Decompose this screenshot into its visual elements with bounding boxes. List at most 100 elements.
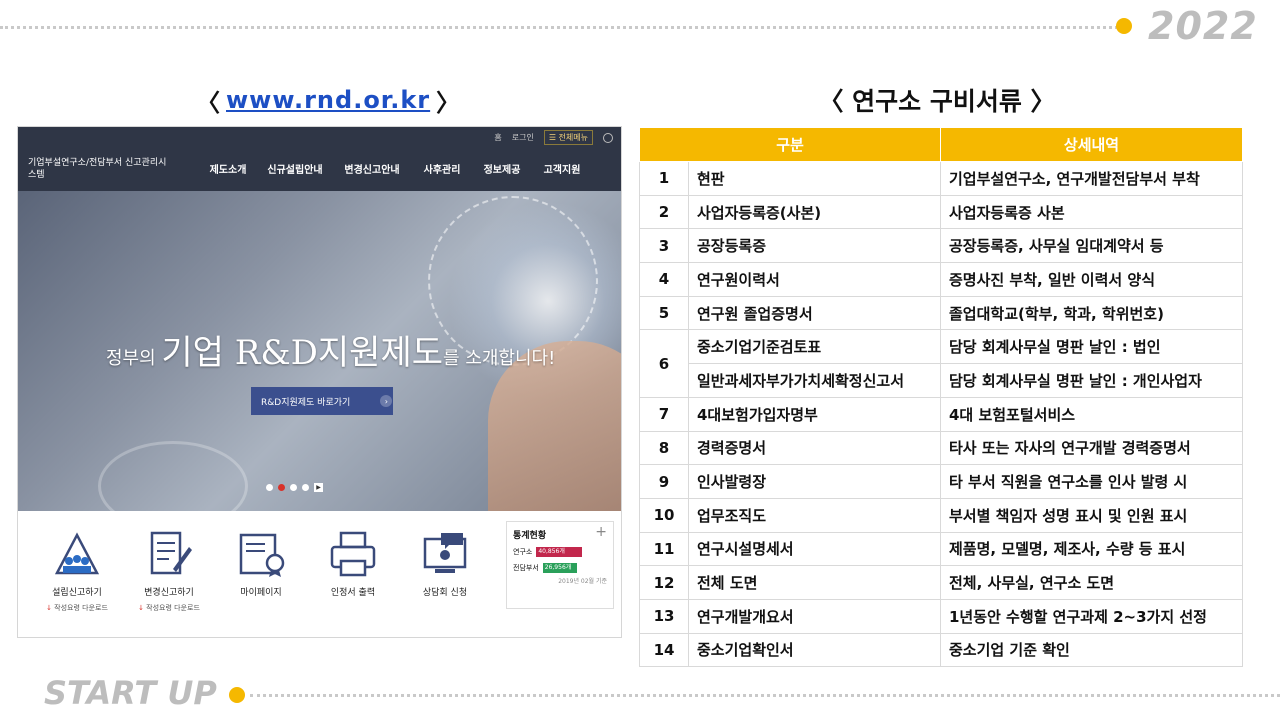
row-document: 공장등록증 bbox=[688, 228, 941, 264]
row-number: 5 bbox=[639, 295, 689, 331]
row-document: 연구원 졸업증명서 bbox=[688, 295, 941, 331]
row-document: 인사발령장 bbox=[688, 464, 941, 499]
carousel-play-icon[interactable]: ▶ bbox=[314, 483, 323, 492]
row-detail: 부서별 책임자 성명 표시 및 인원 표시 bbox=[940, 497, 1243, 533]
row-document: 4대보험가입자명부 bbox=[688, 396, 941, 432]
row-detail: 증명사진 부착, 일반 이력서 양식 bbox=[940, 262, 1243, 297]
table-row: 10 업무조직도 부서별 책임자 성명 표시 및 인원 표시 bbox=[639, 497, 1243, 533]
hero-cta-button[interactable]: R&D지원제도 바로가기 › bbox=[251, 387, 393, 415]
row-document: 일반과세자부가가치세확정신고서 bbox=[688, 363, 941, 398]
carousel-dot[interactable] bbox=[266, 484, 273, 491]
quick-sub-label: 작성요령 다운로드 bbox=[54, 604, 108, 612]
nav-item[interactable]: 정보제공 bbox=[472, 161, 532, 176]
row-number: 1 bbox=[639, 161, 689, 196]
row-document: 연구원이력서 bbox=[688, 262, 941, 297]
nav-item[interactable]: 신규설립안내 bbox=[258, 161, 332, 176]
row-document: 중소기업확인서 bbox=[688, 632, 941, 668]
row-detail: 담당 회계사무실 명판 날인 : 개인사업자 bbox=[940, 363, 1243, 398]
row-detail: 졸업대학교(학부, 학과, 학위번호) bbox=[940, 295, 1243, 331]
nav-item[interactable]: 고객지원 bbox=[532, 161, 592, 176]
row-document: 경력증명서 bbox=[688, 430, 941, 466]
quick-sub-link[interactable]: ↓ 작성요령 다운로드 bbox=[124, 603, 214, 613]
row-number: 13 bbox=[639, 598, 689, 634]
stats-row-name: 연구소 bbox=[513, 548, 533, 556]
quick-label: 변경신고하기 bbox=[144, 588, 194, 598]
row-number: 14 bbox=[639, 632, 689, 668]
quick-sub-link[interactable]: ↓ 작성요령 다운로드 bbox=[32, 603, 122, 613]
table-row: 6 중소기업기준검토표 담당 회계사무실 명판 날인 : 법인 bbox=[639, 329, 1243, 398]
website-screenshot: 홈 로그인 ☰ 전체메뉴 기업부설연구소/전담부서 신고관리시스템 제도소개 신… bbox=[17, 126, 622, 638]
row-number: 9 bbox=[639, 464, 689, 499]
certificate-icon bbox=[235, 529, 287, 579]
hero-text-post: 를 소개합니다! bbox=[443, 348, 556, 369]
site-login-link[interactable]: 로그인 bbox=[512, 132, 534, 143]
table-row: 일반과세자부가가치세확정신고서 담당 회계사무실 명판 날인 : 개인사업자 bbox=[640, 363, 1243, 398]
row-detail: 사업자등록증 사본 bbox=[940, 194, 1243, 230]
site-main-nav: 제도소개 신규설립안내 변경신고안내 사후관리 정보제공 고객지원 bbox=[198, 161, 592, 176]
stats-panel: 통계현황 + 연구소 40,856개 전담부서 26,956개 2019년 02… bbox=[506, 521, 614, 609]
row-document: 사업자등록증(사본) bbox=[688, 194, 941, 230]
row-number: 8 bbox=[639, 430, 689, 466]
hero-headline: 정부의 기업 R&D지원제도를 소개합니다! bbox=[106, 325, 555, 374]
quick-label: 인정서 출력 bbox=[330, 588, 376, 598]
printer-icon bbox=[327, 529, 379, 579]
row-detail: 전체, 사무실, 연구소 도면 bbox=[940, 565, 1243, 600]
row-detail: 1년동안 수행할 연구과제 2~3가지 선정 bbox=[940, 598, 1243, 634]
row-detail: 기업부설연구소, 연구개발전담부서 부착 bbox=[940, 161, 1243, 196]
row-detail: 담당 회계사무실 명판 날인 : 법인 bbox=[940, 329, 1243, 365]
stats-row-value: 26,956개 bbox=[542, 563, 577, 573]
top-accent-dot bbox=[1116, 18, 1132, 34]
row-number: 7 bbox=[639, 396, 689, 432]
carousel-dot[interactable] bbox=[290, 484, 297, 491]
quick-item-mypage[interactable]: 마이페이지 bbox=[216, 529, 306, 598]
chevron-right-icon: › bbox=[380, 395, 393, 407]
carousel-indicators: ▶ bbox=[266, 483, 323, 492]
row-number: 6 bbox=[639, 329, 689, 398]
site-quick-menu: 설립신고하기 ↓ 작성요령 다운로드 변경신고하기 ↓ 작성요령 다운로드 마이… bbox=[18, 511, 621, 637]
carousel-dot-active[interactable] bbox=[278, 484, 285, 491]
carousel-dot[interactable] bbox=[302, 484, 309, 491]
row-document: 중소기업기준검토표 bbox=[688, 329, 941, 365]
site-home-link[interactable]: 홈 bbox=[494, 132, 501, 143]
row-detail: 제품명, 모델명, 제조사, 수량 등 표시 bbox=[940, 531, 1243, 567]
table-row: 9 인사발령장 타 부서 직원을 연구소를 인사 발령 시 bbox=[639, 464, 1243, 499]
quick-item-change[interactable]: 변경신고하기 ↓ 작성요령 다운로드 bbox=[124, 529, 214, 613]
quick-label: 상담회 신청 bbox=[422, 588, 468, 598]
bottom-accent-dot bbox=[229, 687, 245, 703]
search-icon[interactable] bbox=[603, 132, 613, 143]
building-people-icon bbox=[51, 529, 103, 579]
hero-cta-label: R&D지원제도 바로가기 bbox=[261, 397, 351, 408]
quick-item-consult[interactable]: 상담회 신청 bbox=[400, 529, 490, 598]
quick-item-register[interactable]: 설립신고하기 ↓ 작성요령 다운로드 bbox=[32, 529, 122, 613]
table-row: 11 연구시설명세서 제품명, 모델명, 제조사, 수량 등 표시 bbox=[639, 531, 1243, 567]
stats-row-name: 전담부서 bbox=[513, 564, 539, 572]
title-close-bracket: 〉 bbox=[436, 88, 461, 117]
table-row: 1 현판 기업부설연구소, 연구개발전담부서 부착 bbox=[639, 161, 1243, 196]
quick-sub-label: 작성요령 다운로드 bbox=[146, 604, 200, 612]
nav-item[interactable]: 사후관리 bbox=[412, 161, 472, 176]
row-detail: 공장등록증, 사무실 임대계약서 등 bbox=[940, 228, 1243, 264]
site-all-menu-button[interactable]: ☰ 전체메뉴 bbox=[543, 130, 593, 145]
table-header-row: 구분 상세내역 bbox=[639, 127, 1243, 162]
row-detail: 4대 보험포털서비스 bbox=[940, 396, 1243, 432]
nav-item[interactable]: 제도소개 bbox=[198, 161, 258, 176]
plus-icon[interactable]: + bbox=[595, 524, 607, 540]
nav-item[interactable]: 변경신고안내 bbox=[332, 161, 412, 176]
row-number: 4 bbox=[639, 262, 689, 297]
row-number: 11 bbox=[639, 531, 689, 567]
hero-text-big: 기업 R&D지원제도 bbox=[161, 333, 444, 373]
table-row: 7 4대보험가입자명부 4대 보험포털서비스 bbox=[639, 396, 1243, 432]
documents-title: 〈 연구소 구비서류 〉 bbox=[818, 87, 1056, 116]
website-url-link[interactable]: www.rnd.or.kr bbox=[226, 86, 430, 114]
quick-item-print[interactable]: 인정서 출력 bbox=[308, 529, 398, 598]
documents-table: 구분 상세내역 1 현판 기업부설연구소, 연구개발전담부서 부착 2 사업자등록증(… bbox=[639, 127, 1243, 668]
table-row: 12 전체 도면 전체, 사무실, 연구소 도면 bbox=[639, 565, 1243, 600]
row-number: 3 bbox=[639, 228, 689, 264]
title-open-bracket: 〈 bbox=[196, 88, 220, 117]
row-number: 12 bbox=[639, 565, 689, 600]
table-row: 2 사업자등록증(사본) 사업자등록증 사본 bbox=[639, 194, 1243, 230]
site-logo[interactable]: 기업부설연구소/전담부서 신고관리시스템 bbox=[28, 157, 168, 181]
monitor-chat-icon bbox=[419, 529, 471, 579]
top-dotted-line bbox=[0, 26, 1118, 29]
site-header: 홈 로그인 ☰ 전체메뉴 기업부설연구소/전담부서 신고관리시스템 제도소개 신… bbox=[18, 127, 621, 191]
